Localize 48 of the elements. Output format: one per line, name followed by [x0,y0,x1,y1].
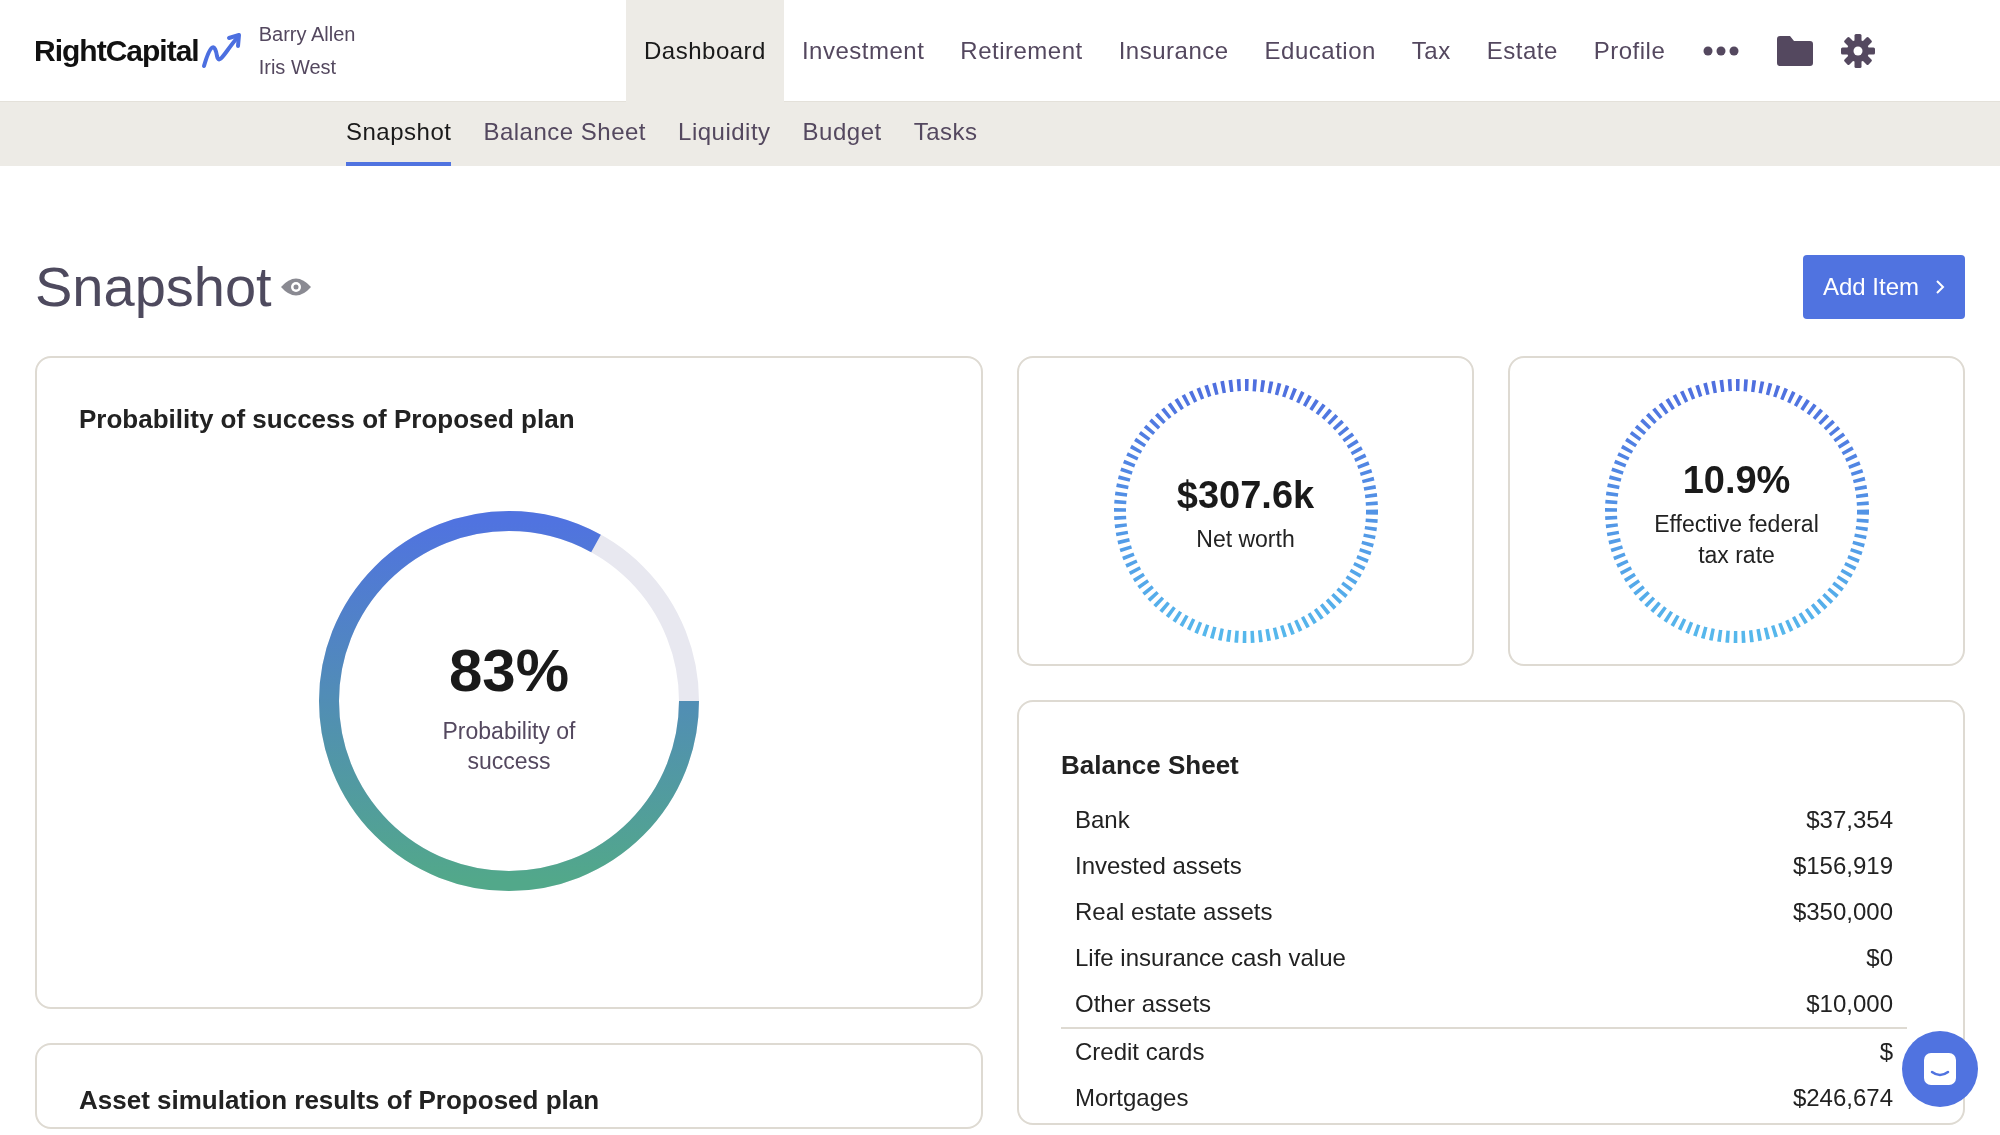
more-icon[interactable] [1703,45,1740,56]
sub-nav-tab[interactable]: Tasks [913,102,978,166]
row-value: $ [1879,1037,1893,1067]
settings-icon[interactable] [1841,33,1876,68]
logo-text: RightCapital [34,33,199,69]
nav-tab[interactable]: Education [1246,0,1394,102]
row-value: $0 [1866,943,1893,973]
row-value: $350,000 [1792,897,1893,927]
page-title: Snapshot [35,254,272,320]
row-value: $156,919 [1792,851,1893,881]
sub-nav-tab[interactable]: Budget [802,102,882,166]
logo-arrow-icon [200,31,243,70]
nav-tab[interactable]: Insurance [1100,0,1247,102]
row-label: Other assets [1075,989,1212,1019]
metric-value: $307.6k [1176,473,1315,518]
metric-value: 10.9% [1682,457,1791,503]
chat-icon [1923,1052,1957,1086]
row-value: $37,354 [1806,805,1893,835]
chevron-right-icon [1935,279,1945,295]
nav-tab[interactable]: Tax [1393,0,1469,102]
nav-tab[interactable]: Profile [1575,0,1684,102]
metric-caption: Net worth [1195,525,1296,554]
nav-tab[interactable]: Estate [1468,0,1576,102]
row-label: Credit cards [1075,1037,1205,1067]
row-label: Bank [1075,805,1130,835]
eye-icon[interactable] [279,276,312,298]
row-label: Life insurance cash value [1075,943,1346,973]
sub-nav-tab[interactable]: Balance Sheet [483,102,647,166]
metric-caption: Effective federal tax rate [1653,509,1820,570]
row-label: Real estate assets [1075,897,1273,927]
row-value: $246,674 [1792,1083,1893,1113]
probability-value: 83% [448,636,570,706]
card-title: Balance Sheet [1061,749,1240,782]
folder-icon[interactable] [1777,35,1814,66]
row-label: Invested assets [1075,851,1242,881]
card-title: Asset simulation results of Proposed plan [79,1084,601,1117]
add-item-button[interactable]: Add Item [1802,255,1965,319]
card-title: Probability of success of Proposed plan [79,403,576,436]
nav-tab[interactable]: Retirement [942,0,1101,102]
probability-caption: Probability of success [441,717,577,776]
row-value: $10,000 [1806,989,1893,1019]
sub-nav-tab[interactable]: Liquidity [678,102,771,166]
client-name: Barry Allen [258,21,356,47]
row-label: Mortgages [1075,1083,1189,1113]
client-name: Iris West [258,54,338,80]
nav-tab[interactable]: Investment [783,0,943,102]
nav-tab[interactable]: Dashboard [626,0,784,102]
sub-nav-tab[interactable]: Snapshot [346,102,452,166]
